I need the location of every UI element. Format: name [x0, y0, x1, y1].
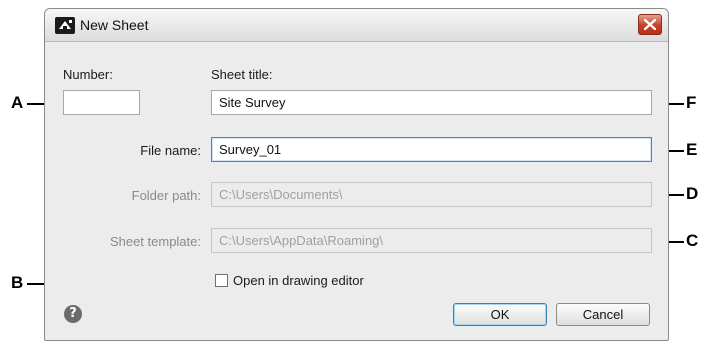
- callout-b: B: [11, 273, 24, 292]
- sheet-template-input[interactable]: C:\Users\AppData\Roaming\: [211, 228, 652, 253]
- sheet-title-label: Sheet title:: [211, 67, 273, 82]
- new-sheet-dialog: New Sheet Number: Sheet title: Site Surv…: [44, 8, 669, 341]
- close-icon: [644, 19, 656, 30]
- close-button[interactable]: [638, 14, 662, 35]
- number-input[interactable]: [63, 90, 140, 115]
- open-in-editor-label[interactable]: Open in drawing editor: [233, 273, 364, 288]
- sheet-template-label: Sheet template:: [109, 234, 201, 249]
- open-in-editor-checkbox[interactable]: [215, 274, 228, 287]
- ok-button[interactable]: OK: [453, 303, 547, 326]
- number-label: Number:: [63, 67, 113, 82]
- cancel-button[interactable]: Cancel: [556, 303, 650, 326]
- folder-path-input[interactable]: C:\Users\Documents\: [211, 182, 652, 207]
- callout-e: E: [686, 140, 698, 159]
- sheet-title-input[interactable]: Site Survey: [211, 90, 652, 115]
- folder-path-label: Folder path:: [131, 188, 201, 203]
- callout-f: F: [686, 93, 697, 112]
- callout-a: A: [11, 93, 24, 112]
- window-title: New Sheet: [80, 17, 149, 33]
- help-icon[interactable]: ?: [64, 305, 82, 323]
- app-icon: [55, 17, 75, 34]
- callout-d: D: [686, 184, 699, 203]
- file-name-label: File name:: [140, 143, 201, 158]
- file-name-input[interactable]: Survey_01: [211, 137, 652, 162]
- callout-c: C: [686, 231, 699, 250]
- title-bar[interactable]: New Sheet: [45, 9, 668, 42]
